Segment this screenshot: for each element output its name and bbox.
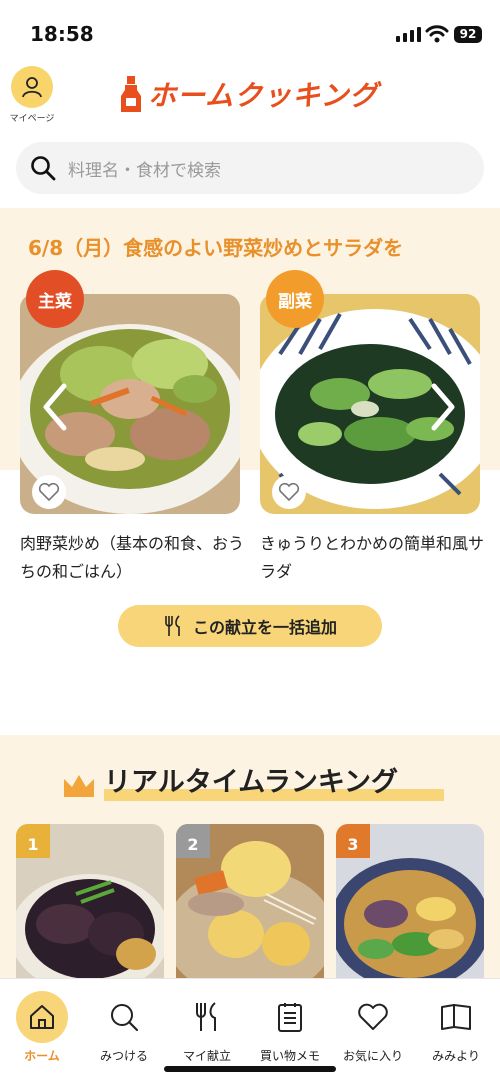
tab-shopping-memo-label: 買い物メモ bbox=[259, 1049, 320, 1063]
ranking-card-2[interactable]: 2 bbox=[176, 824, 324, 984]
category-badge-main: 主菜 bbox=[26, 270, 84, 328]
cutlery-icon bbox=[167, 989, 247, 1045]
mypage-button[interactable]: マイページ bbox=[8, 66, 56, 124]
status-time: 18:58 bbox=[30, 22, 94, 46]
status-bar: 18:58 92 bbox=[0, 0, 500, 60]
menu-title: 6/8（月）食感のよい野菜炒めとサラダを bbox=[28, 236, 404, 260]
heart-icon bbox=[333, 989, 413, 1045]
tab-shopping-memo[interactable]: 買い物メモ bbox=[250, 989, 330, 1064]
add-menu-button[interactable]: この献立を一括追加 bbox=[118, 605, 382, 647]
favorite-heart-icon[interactable] bbox=[272, 475, 306, 509]
tab-home[interactable]: ホーム bbox=[2, 989, 82, 1064]
logo-text: ホームクッキング bbox=[148, 79, 379, 112]
home-icon bbox=[16, 991, 68, 1043]
chevron-right-icon[interactable] bbox=[428, 382, 458, 436]
ranking-card-3[interactable]: 3 bbox=[336, 824, 484, 984]
ranking-card-1[interactable]: 1 bbox=[16, 824, 164, 984]
mypage-label: マイページ bbox=[9, 114, 55, 124]
category-badge-side: 副菜 bbox=[266, 270, 324, 328]
tab-favorites[interactable]: お気に入り bbox=[333, 989, 413, 1064]
book-icon bbox=[416, 989, 496, 1045]
ranking-header: リアルタイムランキング bbox=[62, 760, 444, 801]
home-indicator bbox=[164, 1066, 336, 1072]
wifi-icon bbox=[425, 24, 449, 48]
tab-my-menu-label: マイ献立 bbox=[182, 1049, 231, 1063]
add-menu-label: この献立を一括追加 bbox=[192, 618, 337, 637]
search-bar[interactable]: 料理名・食材で検索 bbox=[16, 142, 484, 194]
tab-home-label: ホーム bbox=[24, 1049, 60, 1063]
recipe-name-side[interactable]: きゅうりとわかめの簡単和風サラダ bbox=[260, 530, 485, 586]
crown-icon bbox=[64, 775, 94, 797]
favorite-heart-icon[interactable] bbox=[32, 475, 66, 509]
cutlery-icon bbox=[165, 615, 180, 636]
rank-badge-2: 2 bbox=[176, 824, 210, 858]
battery-indicator: 92 bbox=[454, 26, 482, 43]
search-icon bbox=[31, 156, 56, 181]
user-icon bbox=[11, 66, 53, 108]
rank-badge-1: 1 bbox=[16, 824, 50, 858]
tab-mimiyori[interactable]: みみより bbox=[416, 989, 496, 1064]
chevron-left-icon[interactable] bbox=[40, 382, 70, 436]
tab-search-label: みつける bbox=[99, 1049, 148, 1063]
memo-icon bbox=[250, 989, 330, 1045]
tab-my-menu[interactable]: マイ献立 bbox=[167, 989, 247, 1064]
search-icon bbox=[84, 989, 164, 1045]
rank-badge-3: 3 bbox=[336, 824, 370, 858]
search-placeholder: 料理名・食材で検索 bbox=[68, 160, 221, 181]
recipe-name-main[interactable]: 肉野菜炒め（基本の和食、おうちの和ごはん） bbox=[20, 530, 245, 586]
tab-search[interactable]: みつける bbox=[84, 989, 164, 1064]
bottle-logo-icon bbox=[121, 76, 141, 112]
app-logo: ホームクッキング bbox=[120, 74, 378, 114]
tab-favorites-label: お気に入り bbox=[342, 1049, 403, 1063]
ranking-title: リアルタイムランキング bbox=[104, 767, 399, 798]
tab-mimiyori-label: みみより bbox=[432, 1049, 480, 1063]
signal-icon bbox=[396, 27, 421, 42]
